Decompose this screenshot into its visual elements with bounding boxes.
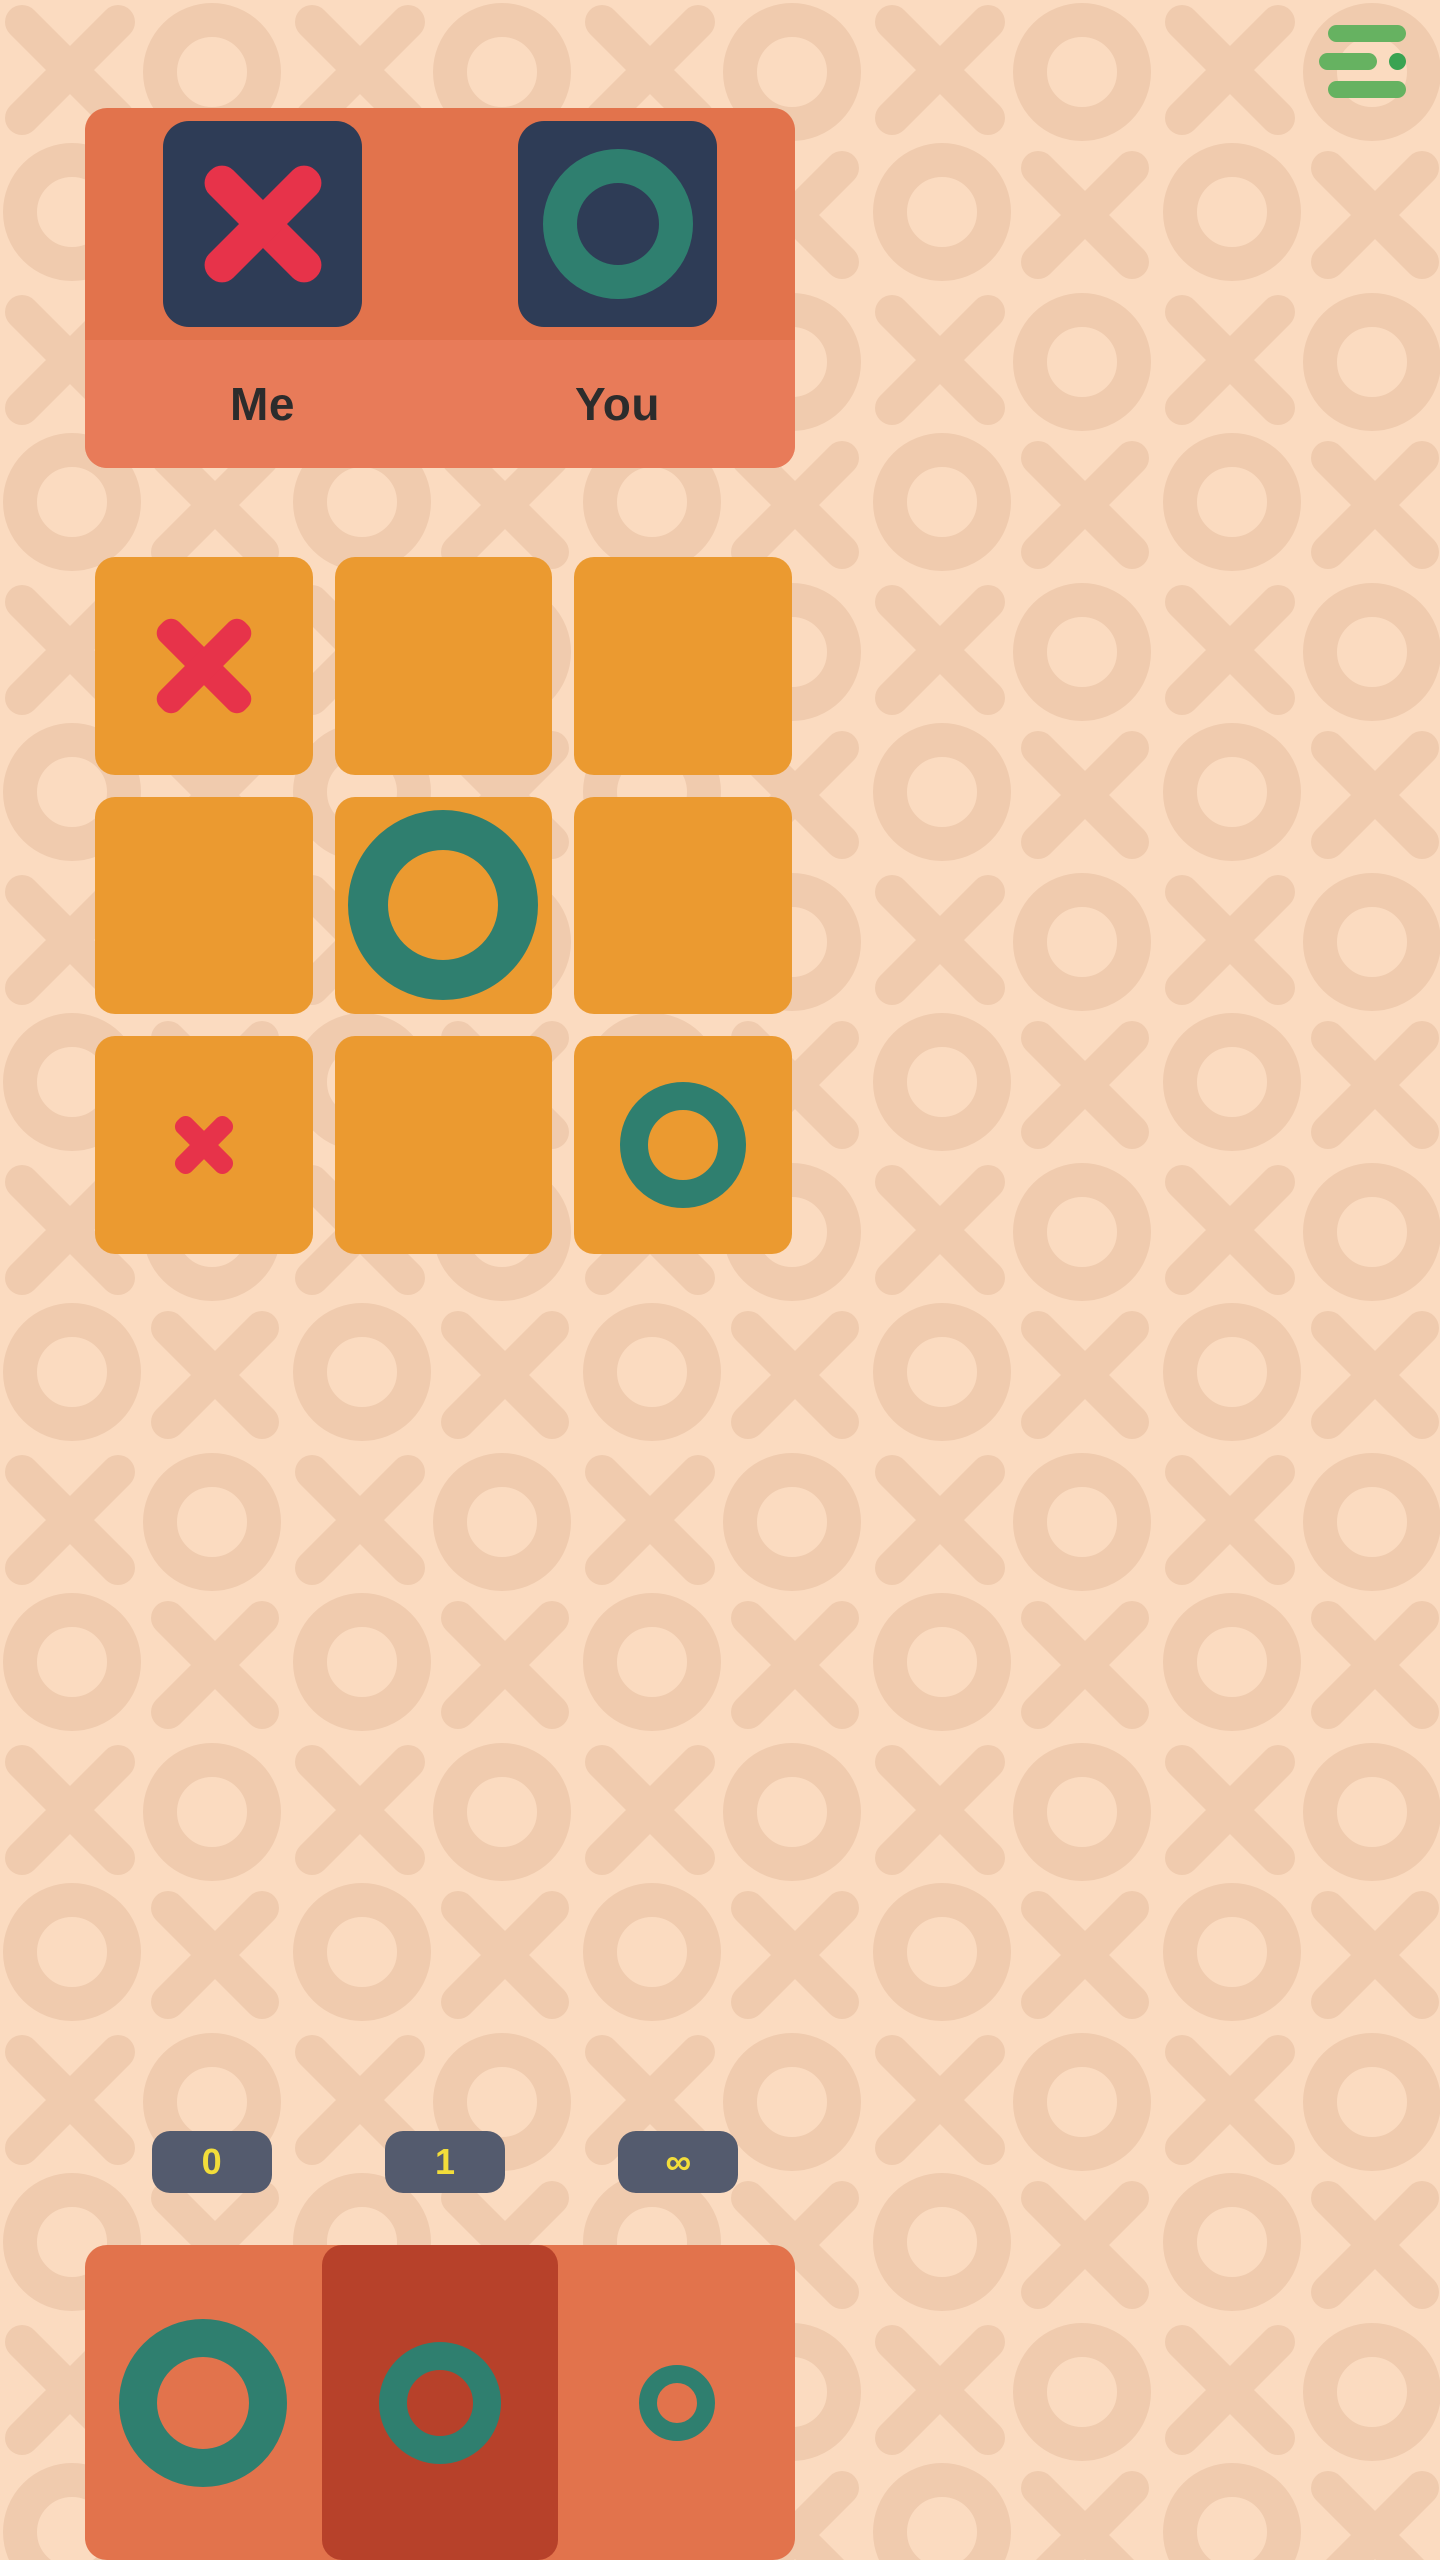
board-cell-3[interactable] [95,796,313,1015]
board-cell-8[interactable] [574,1036,792,1254]
score-col-you [440,108,795,340]
score-col-me [85,108,440,340]
o-icon [119,2318,288,2487]
game-screen: Me You 0 1 ∞ [0,0,1440,2560]
player-label-me: Me [230,378,295,430]
menu-bar-icon [1319,52,1377,70]
menu-bar-icon [1328,80,1406,98]
o-icon [379,2341,501,2464]
scoreboard-marks [85,108,795,340]
board-cell-0[interactable] [95,557,313,775]
x-icon [144,606,264,726]
tray-piece-slot-large[interactable] [85,2245,322,2560]
tray-piece-slot-medium-selected[interactable] [321,2245,559,2560]
menu-bar-icon [1328,24,1406,42]
tray-piece-slot-small[interactable] [558,2245,795,2560]
x-icon [188,149,338,299]
menu-button[interactable] [1308,22,1418,100]
piece-count-badges: 0 1 ∞ [95,2112,795,2212]
menu-dot-icon [1389,52,1406,70]
o-icon [620,1082,747,1209]
board-cell-4[interactable] [334,796,553,1015]
tray-piece-large[interactable] [85,2245,322,2560]
board-cell-6[interactable] [95,1036,313,1254]
piece-count-badge-large[interactable]: 0 [151,2131,272,2193]
piece-count-badge-small[interactable]: ∞ [618,2131,739,2193]
o-icon [638,2364,715,2441]
board-cell-2[interactable] [574,557,792,775]
player-mark-tile-o[interactable] [518,121,717,327]
board-cell-1[interactable] [334,557,553,775]
game-board [95,557,792,1254]
badge-slot-small: ∞ [562,2112,795,2212]
o-icon [348,810,539,1001]
badge-slot-large: 0 [95,2112,328,2212]
tray-piece-small[interactable] [558,2245,795,2560]
board-cell-5[interactable] [574,796,792,1015]
piece-picker-tray [85,2245,795,2560]
player-mark-tile-x[interactable] [163,121,362,327]
menu-bar-row-bottom [1328,80,1406,98]
board-cell-7[interactable] [334,1036,553,1254]
scoreboard-labels: Me You [85,340,795,468]
menu-bar-row-top [1328,24,1406,42]
menu-bar-row-middle [1319,52,1406,70]
tray-piece-medium[interactable] [321,2245,559,2560]
o-icon [542,149,693,299]
badge-slot-medium: 1 [328,2112,561,2212]
scoreboard-panel: Me You [85,108,795,468]
player-label-you: You [575,378,660,430]
piece-count-badge-medium[interactable]: 1 [384,2131,505,2193]
x-icon [168,1109,240,1181]
